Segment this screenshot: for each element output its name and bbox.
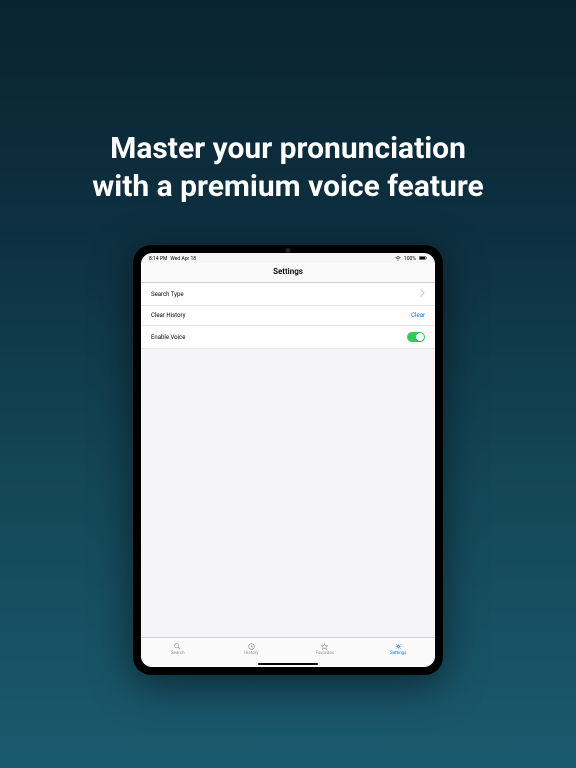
content-empty <box>141 349 435 637</box>
star-icon <box>321 643 328 650</box>
toggle-knob <box>416 333 424 341</box>
home-indicator[interactable] <box>258 663 318 665</box>
status-time: 8:14 PM <box>149 256 167 262</box>
row-clear-history: Clear History Clear <box>141 306 435 326</box>
row-label: Enable Voice <box>151 334 407 341</box>
home-indicator-area <box>141 661 435 667</box>
headline-line2: with a premium voice feature <box>92 169 483 204</box>
tablet-frame: 8:14 PM Wed Apr 18 100% Settings Search … <box>133 245 443 675</box>
tab-label: History <box>244 651 258 656</box>
enable-voice-toggle[interactable] <box>407 332 425 342</box>
tab-bar: Search History Favorites Settings <box>141 637 435 661</box>
camera-dot <box>286 248 291 253</box>
tab-label: Search <box>171 651 185 656</box>
status-battery: 100% <box>404 256 416 262</box>
tab-label: Settings <box>390 651 406 656</box>
settings-list: Search Type Clear History Clear Enable V… <box>141 283 435 349</box>
status-bar: 8:14 PM Wed Apr 18 100% <box>141 253 435 263</box>
tab-label: Favorites <box>316 651 334 656</box>
tab-settings[interactable]: Settings <box>362 638 436 661</box>
tab-favorites[interactable]: Favorites <box>288 638 362 661</box>
row-label: Search Type <box>151 291 420 298</box>
tablet-screen: 8:14 PM Wed Apr 18 100% Settings Search … <box>141 253 435 667</box>
clear-button[interactable]: Clear <box>411 312 425 319</box>
wifi-icon <box>395 256 401 263</box>
battery-icon <box>419 256 427 262</box>
search-icon <box>174 643 181 650</box>
gear-icon <box>395 643 402 650</box>
row-enable-voice: Enable Voice <box>141 326 435 349</box>
tab-history[interactable]: History <box>215 638 289 661</box>
chevron-right-icon <box>420 289 425 299</box>
row-label: Clear History <box>151 312 411 319</box>
clock-icon <box>248 643 255 650</box>
tab-search[interactable]: Search <box>141 638 215 661</box>
row-search-type[interactable]: Search Type <box>141 283 435 306</box>
promo-headline: Master your pronunciation with a premium… <box>62 130 513 205</box>
nav-title: Settings <box>141 263 435 283</box>
headline-line1: Master your pronunciation <box>110 131 466 166</box>
status-date: Wed Apr 18 <box>170 256 196 262</box>
